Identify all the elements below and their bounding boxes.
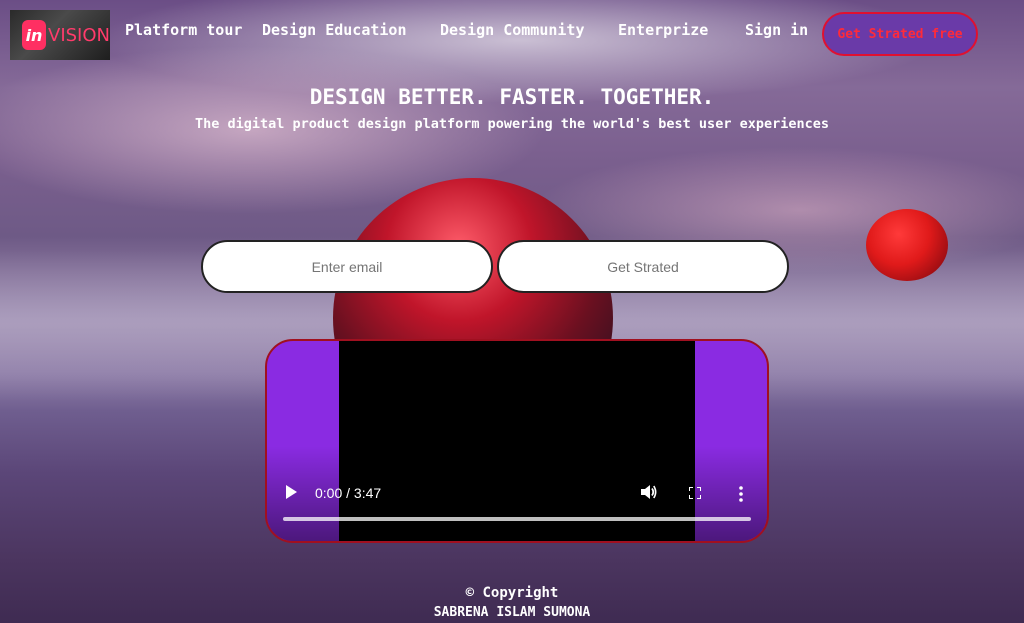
volume-icon[interactable] xyxy=(639,483,657,501)
get-started-button[interactable]: Get Strated xyxy=(497,240,789,293)
hero-title: DESIGN BETTER. FASTER. TOGETHER. xyxy=(309,85,715,109)
more-options-icon[interactable] xyxy=(739,486,743,502)
logo-wordmark: VISION xyxy=(48,24,110,46)
footer-copyright: © Copyright xyxy=(465,585,559,601)
video-player[interactable]: 0:00 / 3:47 xyxy=(265,339,769,543)
background-small-sphere xyxy=(866,209,948,281)
video-time: 0:00 / 3:47 xyxy=(315,485,382,501)
nav-sign-in[interactable]: Sign in xyxy=(745,21,808,39)
nav-platform-tour[interactable]: Platform tour xyxy=(125,21,242,39)
play-icon[interactable] xyxy=(286,485,297,499)
hero-subtitle: The digital product design platform powe… xyxy=(195,116,829,132)
email-input[interactable] xyxy=(203,257,491,276)
video-progress-bar[interactable] xyxy=(283,517,751,521)
nav-design-community[interactable]: Design Community xyxy=(440,21,585,39)
nav-design-education[interactable]: Design Education xyxy=(262,21,407,39)
invision-logo[interactable]: in VISION xyxy=(10,10,110,60)
logo-badge: in xyxy=(22,20,46,50)
fullscreen-icon[interactable] xyxy=(689,487,701,499)
nav-enterprize[interactable]: Enterprize xyxy=(618,21,708,39)
footer-author: SABRENA ISLAM SUMONA xyxy=(433,605,591,620)
get-started-free-button[interactable]: Get Strated free xyxy=(822,12,978,56)
email-field[interactable] xyxy=(201,240,493,293)
